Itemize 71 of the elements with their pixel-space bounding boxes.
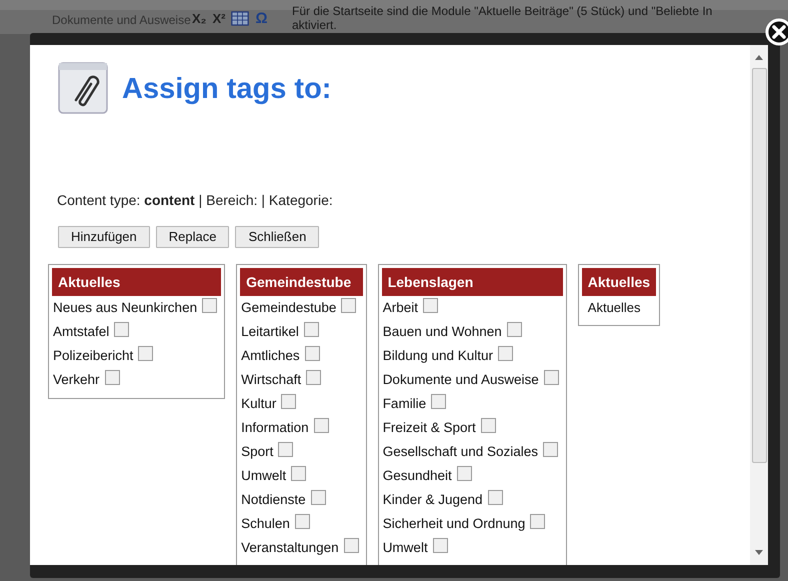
dialog-button[interactable]: Hinzufügen (58, 226, 150, 248)
tag-label: Umwelt (241, 466, 286, 485)
tag-label: Umwelt (382, 538, 428, 557)
tag-label: Dokumente und Ausweise (382, 370, 539, 389)
tag-checkbox[interactable] (456, 466, 472, 480)
tag-label: Leitartikel (241, 322, 299, 341)
tag-label: Bildung und Kultur (382, 346, 494, 365)
tag-label: Schulen (241, 514, 290, 533)
tag-checkbox[interactable] (506, 322, 522, 336)
tag-label: Familie (382, 394, 426, 413)
group-header: Aktuelles (582, 268, 656, 296)
tag-checkbox[interactable] (341, 298, 356, 312)
tag-label: Neues aus Neunkirchen (53, 298, 198, 317)
tag-label: Gesundheit (382, 466, 452, 485)
tag-label: Kultur (241, 394, 276, 413)
tag-label: Verkehr (53, 370, 100, 389)
tag-checkbox[interactable] (431, 394, 446, 408)
group-header: Aktuelles (52, 268, 222, 296)
tag-checkbox[interactable] (104, 370, 120, 384)
tag-checkbox[interactable] (202, 298, 218, 312)
tag-label: Sport (241, 442, 274, 461)
scroll-up-icon[interactable] (755, 55, 763, 60)
tag-label: Gesellschaft und Soziales (382, 442, 538, 461)
tag-label: Veranstaltungen (241, 538, 339, 557)
tag-checkbox[interactable] (530, 514, 546, 528)
content-type-info: Content type: content | Bereich: | Kategorie: (56, 191, 334, 210)
tag-label: Amtstafel (53, 322, 110, 341)
tag-label: Sicherheit und Ordnung (382, 514, 526, 533)
tag-label: Notdienste (241, 490, 306, 509)
close-icon[interactable] (765, 18, 788, 46)
tag-label: Kinder & Jugend (382, 490, 483, 509)
tag-checkbox[interactable] (344, 538, 359, 552)
tag-checkbox[interactable] (488, 490, 503, 504)
dialog-button[interactable]: Schließen (235, 226, 320, 248)
tag-checkbox[interactable] (314, 418, 329, 432)
tag-label: Arbeit (382, 298, 418, 317)
tag-checkbox[interactable] (294, 514, 310, 528)
tag-label: Information (241, 418, 309, 437)
tag-label: Wirtschaft (241, 370, 302, 389)
tag-checkbox[interactable] (543, 442, 558, 456)
paperclip-icon (58, 62, 108, 114)
tag-checkbox[interactable] (114, 322, 130, 336)
tag-link[interactable]: Aktuelles (582, 296, 656, 319)
article-text: aktiviert. (292, 18, 338, 32)
tag-checkbox[interactable] (281, 394, 296, 408)
tag-label: Amtliches (241, 346, 300, 365)
tag-label: Bauen und Wohnen (382, 322, 502, 341)
tag-checkbox[interactable] (422, 298, 438, 312)
scrollbar-thumb[interactable] (752, 68, 766, 463)
group-header: Gemeindestube (240, 268, 363, 296)
tag-checkbox[interactable] (544, 370, 559, 384)
tag-checkbox[interactable] (278, 442, 294, 456)
tag-label: Polizeibericht (53, 346, 134, 365)
scrollbar[interactable] (750, 45, 768, 565)
tag-checkbox[interactable] (304, 346, 320, 360)
tag-checkbox[interactable] (432, 538, 448, 552)
tag-label: Gemeindestube (241, 298, 336, 317)
table-icon[interactable] (231, 11, 250, 26)
dialog-button[interactable]: Replace (156, 226, 230, 248)
tag-label: Freizeit & Sport (382, 418, 476, 437)
tag-checkbox[interactable] (498, 346, 514, 360)
scroll-down-icon[interactable] (755, 550, 763, 555)
tag-checkbox[interactable] (291, 466, 306, 480)
tag-checkbox[interactable] (306, 370, 322, 384)
article-text: Für die Startseite sind die Module "Aktuelle Beiträge" (5 Stück) und "Beliebte In (292, 4, 712, 18)
group-header: Lebenslagen (382, 268, 563, 296)
tag-checkbox[interactable] (480, 418, 496, 432)
tag-checkbox[interactable] (310, 490, 326, 504)
tag-checkbox[interactable] (304, 322, 319, 336)
tag-checkbox[interactable] (138, 346, 154, 360)
dialog-title: Assign tags to: (122, 74, 332, 104)
